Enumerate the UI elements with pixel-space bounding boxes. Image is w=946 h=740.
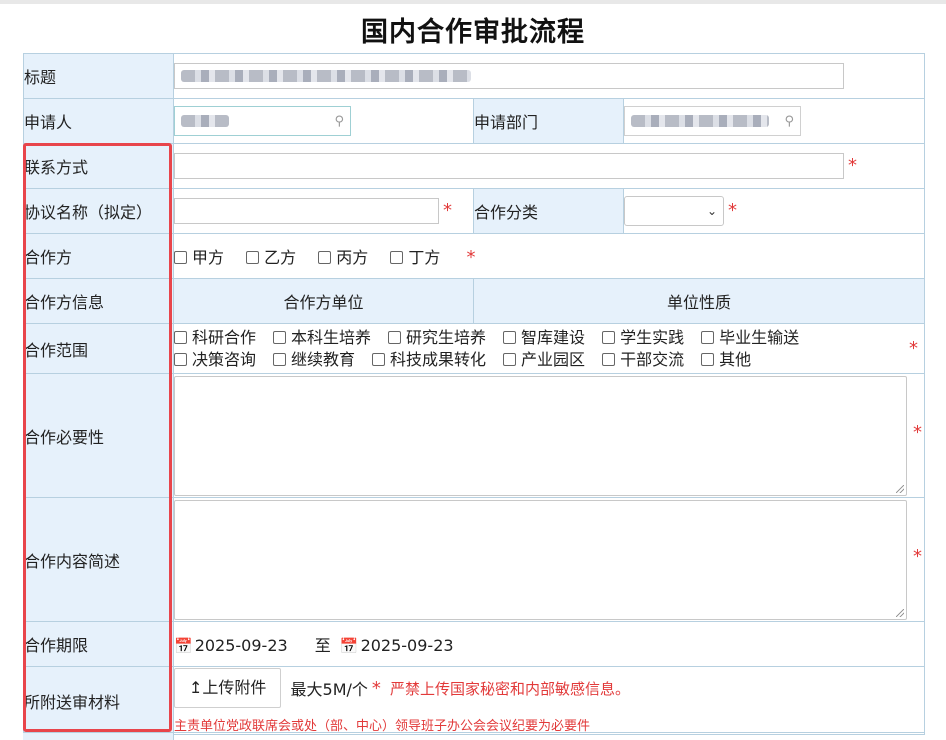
row-necessity: 合作必要性 * — [23, 373, 926, 498]
necessity-label: 合作必要性 — [23, 373, 174, 498]
period-separator: 至 — [314, 636, 331, 655]
content-textarea[interactable] — [174, 499, 907, 620]
checkbox[interactable] — [602, 352, 616, 366]
checkbox[interactable] — [246, 251, 260, 264]
row-content: 合作内容简述 * — [23, 497, 926, 622]
scope-option[interactable]: 毕业生输送 — [701, 327, 799, 349]
row-scope: 合作范围 科研合作 本科生培养 研究生培养 智库建设 学生实践 毕业生输送 决策咨询 继续教… — [23, 323, 926, 374]
search-icon[interactable]: ⚲ — [334, 114, 344, 129]
scope-options-row1: 科研合作 本科生培养 研究生培养 智库建设 学生实践 毕业生输送 — [174, 327, 924, 349]
scope-option[interactable]: 产业园区 — [503, 349, 585, 371]
partner-option[interactable]: 甲方 — [174, 244, 224, 268]
search-icon[interactable]: ⚲ — [784, 114, 794, 129]
top-divider — [0, 0, 946, 4]
row-applicant: 申请人 ⚲ 申请部门 ⚲ — [23, 98, 926, 144]
checkbox[interactable] — [372, 352, 386, 366]
scope-option[interactable]: 决策咨询 — [174, 349, 256, 371]
category-select[interactable]: ⌄ — [624, 196, 724, 226]
upload-limit: 最大5M/个 — [290, 680, 368, 699]
checkbox[interactable] — [318, 251, 332, 264]
scope-option[interactable]: 智库建设 — [503, 327, 585, 349]
applicant-picker[interactable]: ⚲ — [174, 106, 351, 136]
scope-options-row2: 决策咨询 继续教育 科技成果转化 产业园区 干部交流 其他 — [174, 349, 924, 371]
row-period: 合作期限 📅 2025-09-23 至 📅 2025-09-23 — [23, 621, 926, 667]
row-agreement: 协议名称（拟定） * 合作分类 ⌄ * — [23, 188, 926, 234]
checkbox[interactable] — [503, 330, 517, 344]
category-label: 合作分类 — [473, 188, 624, 234]
resize-handle[interactable] — [896, 608, 904, 617]
calendar-icon[interactable]: 📅 — [340, 637, 359, 655]
department-label: 申请部门 — [473, 98, 624, 144]
scope-option[interactable]: 干部交流 — [602, 349, 684, 371]
partner-option[interactable]: 乙方 — [246, 244, 296, 268]
approval-form: 标题 申请人 ⚲ 申请部门 ⚲ 联系方式 * 协议名称（拟定） * 合作分类 ⌄… — [23, 53, 926, 735]
scope-option[interactable]: 研究生培养 — [388, 327, 486, 349]
checkbox[interactable] — [602, 330, 616, 344]
scope-option[interactable]: 其他 — [701, 349, 751, 371]
page-title: 国内合作审批流程 — [361, 17, 585, 48]
scope-option[interactable]: 学生实践 — [602, 327, 684, 349]
contact-label: 联系方式 — [23, 143, 174, 189]
row-contact: 联系方式 * — [23, 143, 926, 189]
checkbox[interactable] — [701, 330, 715, 344]
department-picker[interactable]: ⚲ — [624, 106, 801, 136]
required-mark: * — [909, 338, 919, 359]
chevron-down-icon: ⌄ — [706, 204, 717, 218]
redacted-text — [181, 69, 471, 82]
checkbox[interactable] — [174, 251, 187, 264]
title-label: 标题 — [23, 53, 174, 99]
title-input[interactable] — [174, 63, 844, 89]
resize-handle[interactable] — [896, 484, 904, 493]
checkbox[interactable] — [388, 330, 402, 344]
partner-label: 合作方 — [23, 233, 174, 279]
checkbox[interactable] — [503, 352, 517, 366]
required-mark: * — [728, 199, 737, 221]
partner-option[interactable]: 丙方 — [318, 244, 368, 268]
period-end[interactable]: 2025-09-23 — [361, 636, 454, 655]
required-mark: * — [371, 677, 381, 699]
necessity-textarea[interactable] — [174, 375, 907, 496]
required-mark: * — [848, 154, 857, 176]
row-title: 标题 — [23, 53, 926, 99]
partner-option[interactable]: 丁方 — [390, 244, 440, 268]
row-partner-info: 合作方信息 合作方单位 单位性质 — [23, 278, 926, 324]
required-mark: * — [913, 546, 923, 567]
agreement-name-input[interactable] — [174, 198, 439, 224]
column-header-unit: 合作方单位 — [173, 278, 474, 324]
checkbox[interactable] — [701, 352, 715, 366]
column-header-nature: 单位性质 — [472, 278, 926, 324]
applicant-label: 申请人 — [23, 98, 174, 144]
contact-input[interactable] — [174, 153, 844, 179]
scope-option[interactable]: 继续教育 — [273, 349, 355, 371]
scope-label: 合作范围 — [23, 323, 174, 374]
checkbox[interactable] — [390, 251, 404, 264]
calendar-icon[interactable]: 📅 — [174, 637, 193, 655]
checkbox[interactable] — [273, 330, 287, 344]
content-label: 合作内容简述 — [23, 497, 174, 622]
redacted-text — [181, 115, 229, 127]
scope-option[interactable]: 科技成果转化 — [372, 349, 486, 371]
checkbox[interactable] — [174, 330, 187, 344]
required-mark: * — [443, 199, 452, 221]
scope-option[interactable]: 科研合作 — [174, 327, 256, 349]
redacted-text — [631, 115, 769, 127]
checkbox[interactable] — [273, 352, 287, 366]
period-label: 合作期限 — [23, 621, 174, 667]
attachments-label: 所附送审材料 — [23, 666, 174, 735]
required-mark: * — [466, 247, 476, 268]
period-start[interactable]: 2025-09-23 — [195, 636, 288, 655]
upload-warning: 严禁上传国家秘密和内部敏感信息。 — [390, 679, 631, 698]
scope-option[interactable]: 本科生培养 — [273, 327, 371, 349]
agreement-name-label: 协议名称（拟定） — [23, 188, 174, 234]
upload-attachment-button[interactable]: ↥上传附件 — [174, 668, 282, 708]
checkbox[interactable] — [174, 352, 187, 366]
row-partner: 合作方 甲方 乙方 丙方 丁方 * — [23, 233, 926, 279]
required-mark: * — [913, 422, 923, 443]
partner-info-label: 合作方信息 — [23, 278, 174, 324]
